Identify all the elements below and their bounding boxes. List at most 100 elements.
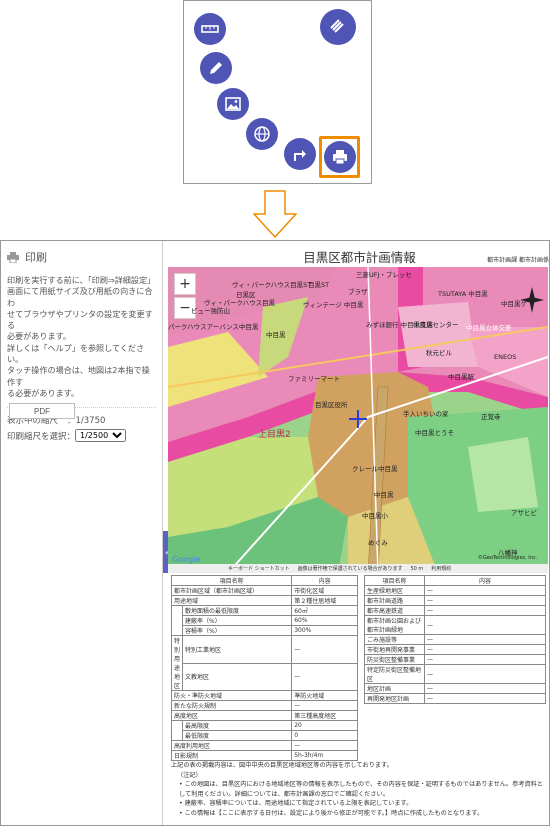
pdf-button[interactable]: PDF [9,403,75,419]
printer-icon [7,251,19,263]
ruler-icon[interactable] [194,13,226,45]
map-label: 上目黒2 [258,430,291,440]
table-row: 都市計画道路 — [364,595,546,606]
table-header: 項目名称 [170,575,293,586]
description-line: 画面にて用紙サイズ及び用紙の向きに合わ [7,286,153,308]
note-item: • この地図は、目黒区内における地域地区等の情報を表示したもので、その内容を保証… [179,781,544,798]
table-cell: — [424,664,546,684]
globe-icon[interactable] [246,118,278,150]
table-header: 内容 [291,575,358,586]
table-cell: 容積率（%） [182,625,293,636]
table-cell: — [424,585,546,596]
table-row: 生産緑地地区 — [364,585,546,596]
menu-icon[interactable] [320,9,356,45]
description-line: 詳しくは「ヘルプ」を参照してください。 [7,342,145,365]
map-copyright: ©GeoTechnologies, Inc. [478,555,538,561]
table-cell: 第三種高度地区 [291,710,358,721]
table-row: 特定防災街区整備地区 — [364,664,546,684]
table-row: 防火・準防火地域 準防火地域 [170,690,358,701]
map-label: 中目黒小 [362,512,388,520]
zoning-table-right: 項目名称 内容 生産緑地地区 — 都市計画道路 — 都市高速鉄道 — 都市計画公園およ… [364,575,546,704]
map-main-area: 目黒区都市計画情報 都市計画課 都市計画係 + − 三菱UFJ・プレッセ ヴィ・… [168,241,549,825]
map-label: 中目黒立体交差 [466,324,512,332]
note-text: 建蔽率、容積率については、用途地域にて指定されている上限を表記しています。 [184,800,413,807]
table-cell: 最低限度 [182,730,293,741]
table-cell: — [424,634,546,645]
table-row: 最低限度 0 [170,730,358,741]
print-preview-screen: 印刷 印刷を実行する前に、「印刷⇒詳細設定」 画面にて用紙サイズ及び用紙の向きに… [0,240,550,826]
table-row: 容積率（%） 300% [170,625,358,636]
table-cell: 60% [291,615,358,626]
map-label: 中目黒ゲ [501,300,527,308]
map-label: 中目黒 [374,491,394,499]
table-cell: 準防火地域 [291,690,358,701]
table-cell: 高度地区 [170,710,293,721]
table-cell: 用途地域 [170,595,293,606]
table-cell: 地区計画 [364,683,425,694]
table-row: 地区計画 — [364,683,546,694]
google-logo: Google [172,555,201,564]
table-cell: ごみ施設等 [364,634,425,645]
description-line: 印刷を実行する前に、「印刷⇒詳細設定」 [7,275,156,285]
table-row: 最高限度 20 [170,720,358,731]
down-arrow-icon [253,190,297,238]
table-header: 項目名称 [364,575,425,586]
image-icon[interactable] [217,88,249,120]
print-scale-row: 印刷縮尺を選択： 1/2500 [1,429,162,443]
note-item: • 建蔽率、容積率については、用途地域にて指定されている上限を表記しています。 [179,800,413,807]
table-cell: 生産緑地地区 [364,585,425,596]
print-highlight-box [319,136,360,178]
table-row: 高度地区 第三種高度地区 [170,710,358,721]
table-row: 文教地区 — [172,662,358,691]
map-label: 中目黒とうそ [415,429,454,437]
description-line: る必要があります。 [7,387,80,398]
table-cell: 都市計画区域（都市計画区域） [170,585,293,596]
pencil-icon[interactable] [200,52,232,84]
table-row: 新たな防火規制 — [170,700,358,711]
image-copyright-note: 画像は著作権で保護されている場合があります [297,566,403,572]
table-cell: 再開発地区計画 [364,693,425,704]
print-scale-select[interactable]: 1/2500 [75,429,127,443]
keyboard-shortcuts-link[interactable]: キーボード ショートカット [228,565,290,572]
map-label: 目黒ST [308,281,330,289]
description-line: せてブラウザやプリンタの設定を変更する [7,308,153,331]
table-row: 特別用途地区 特別工業地区 — [170,635,358,691]
table-cell: — [424,605,546,616]
table-cell: 最高限度 [182,720,293,731]
notes-section: 上記の表の掲載内容は、図中中央の目黒区地域地区等の内容を示しております。 （注記… [171,761,549,818]
map-label: クレール中目黒 [352,465,398,473]
table-row: 都市高速鉄道 — [364,605,546,616]
map-label: 手入いちいの家 [403,410,449,418]
table-cell: 特定防災街区整備地区 [364,664,425,684]
table-cell: 防火・準防火地域 [170,690,293,701]
table-cell: 60㎡ [291,605,358,616]
table-cell: 第２種住居地域 [291,595,358,606]
table-row: 防災街区整備事業 — [364,654,546,665]
table-cell: 高度利用地区 [170,740,293,751]
map-label: 中目黒駅 [448,373,474,381]
table-row: 敷地面積の最低限度 60㎡ [170,605,358,616]
map-label: ヴィ・パークハウス目黒ST [232,281,312,289]
terms-link[interactable]: 利用規約 [431,565,451,572]
table-cell: — [424,683,546,694]
table-cell: 5h-3h/4m [291,750,358,761]
table-cell: 文教地区 [182,662,293,691]
zoning-map[interactable]: + − 三菱UFJ・プレッセ ヴィ・パークハウス目黒ST 目黒ST ブラザ 日黒… [168,267,548,573]
department-label: 都市計画課 都市計画係 [487,257,549,264]
table-row: ごみ施設等 — [364,634,546,645]
map-footer-bar: キーボード ショートカット 画像は著作権で保護されている場合があります 50 m… [168,564,548,573]
table-cell: — [424,644,546,655]
note-item: • この情報は【ここに表示する日付は、設定により後から修正が可能です。】時点に作… [179,809,484,817]
table-cell: 敷地面積の最低限度 [182,605,293,616]
turn-arrow-icon[interactable] [284,138,316,170]
zoom-in-button[interactable]: + [174,273,196,295]
table-cell: 都市計画公園および都市計画緑地 [364,615,425,635]
map-label: 三菱UFJ・プレッセ [356,271,412,279]
print-scale-label: 印刷縮尺を選択： [7,431,76,442]
table-row: 都市計画公園および都市計画緑地 — [364,615,546,635]
map-label: ビュー強防山 [191,307,230,315]
table-cell: 20 [291,720,358,731]
map-label: ファミリーマート [288,375,340,383]
table-cell: 新たな防火規制 [170,700,293,711]
table-cell: 特別工業地区 [182,635,293,664]
